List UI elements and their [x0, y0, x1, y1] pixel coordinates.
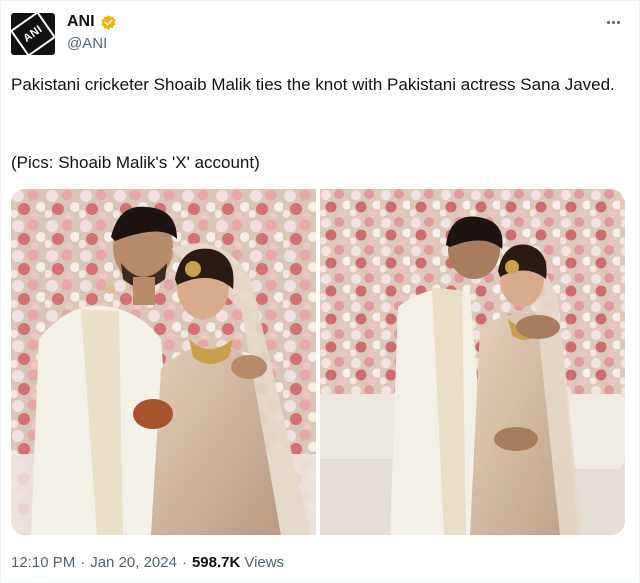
views-count: 598.7K: [191, 554, 241, 571]
wedding-photo-2[interactable]: [320, 189, 625, 535]
tweet-time[interactable]: 12:10 PM: [11, 554, 75, 571]
author-handle[interactable]: @ANI: [67, 35, 107, 52]
more-options-icon[interactable]: [601, 15, 625, 29]
avatar-logo-text: ANI: [21, 23, 45, 45]
tweet-media: [11, 189, 625, 535]
ani-logo-icon: ANI: [11, 13, 55, 55]
meta-separator-2: ·: [181, 554, 187, 571]
wedding-photo-1[interactable]: [11, 189, 316, 535]
tweet-text: Pakistani cricketer Shoaib Malik ties th…: [11, 75, 615, 94]
verified-badge-icon: [101, 14, 116, 30]
tweet-caption: (Pics: Shoaib Malik's 'X' account): [11, 153, 260, 172]
views-label: Views: [244, 554, 285, 571]
meta-separator: ·: [80, 554, 86, 571]
author-name-row: ANI: [67, 13, 117, 31]
tweet-date[interactable]: Jan 20, 2024: [90, 554, 177, 571]
tweet-meta: 12:10 PM · Jan 20, 2024 · 598.7K Views: [11, 554, 284, 571]
tweet-card: ANI ANI @ANI Pakistani cricketer Shoaib …: [0, 0, 640, 583]
author-avatar[interactable]: ANI: [11, 13, 55, 55]
author-display-name[interactable]: ANI: [67, 13, 95, 31]
